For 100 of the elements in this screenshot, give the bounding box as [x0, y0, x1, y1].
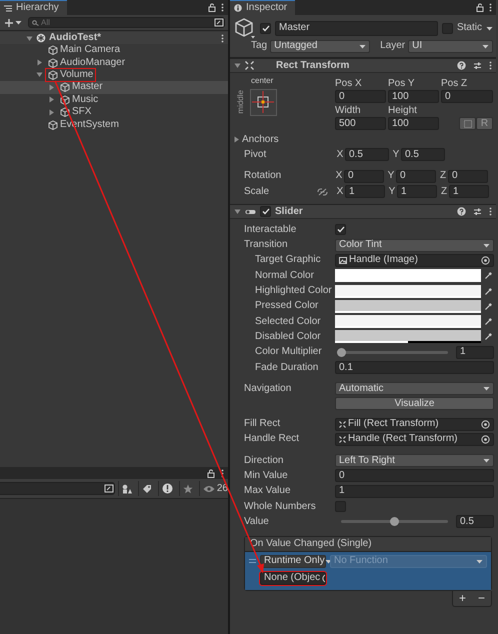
- tag-icon[interactable]: [142, 484, 152, 493]
- expanded-arrow-icon[interactable]: [234, 208, 241, 216]
- scene-view-icon[interactable]: [104, 484, 114, 493]
- checkbox[interactable]: [260, 22, 271, 34]
- object-field[interactable]: Fill (Rect Transform): [335, 418, 494, 431]
- number-field[interactable]: 0: [335, 469, 494, 482]
- help-icon[interactable]: [457, 207, 466, 216]
- object-field[interactable]: Handle (Rect Transform): [335, 432, 494, 446]
- dropdown[interactable]: Color Tint: [335, 238, 494, 252]
- number-field[interactable]: 0.5: [345, 148, 389, 162]
- caret-icon[interactable]: [486, 26, 493, 30]
- tree-row[interactable]: Music: [0, 94, 228, 106]
- add-button[interactable]: +: [453, 590, 472, 606]
- menu-icon[interactable]: [489, 3, 492, 12]
- number-field[interactable]: 1: [397, 185, 437, 198]
- number-field[interactable]: 0: [344, 170, 384, 183]
- menu-icon[interactable]: [221, 34, 224, 42]
- size-field[interactable]: 100: [388, 117, 439, 130]
- color-swatch[interactable]: [335, 315, 481, 328]
- add-dropdown-button[interactable]: [3, 18, 24, 26]
- tree-row[interactable]: Main Camera: [0, 44, 228, 56]
- number-field[interactable]: 1: [335, 484, 494, 498]
- tree-row[interactable]: Master: [0, 81, 228, 94]
- expanded-arrow-icon[interactable]: [26, 34, 33, 42]
- link-icon[interactable]: [317, 188, 328, 196]
- eyedropper-icon[interactable]: [484, 286, 493, 296]
- number-field[interactable]: 1: [449, 185, 489, 198]
- hierarchy-tab[interactable]: Hierarchy: [0, 0, 67, 15]
- foldout-label[interactable]: Anchors: [240, 134, 279, 146]
- expanded-arrow-icon[interactable]: [234, 62, 241, 69]
- search-field[interactable]: [0, 482, 115, 495]
- layer-dropdown[interactable]: UI: [408, 40, 493, 52]
- collapsed-arrow-icon[interactable]: [48, 96, 55, 104]
- number-field[interactable]: 0: [396, 170, 436, 183]
- remove-button[interactable]: −: [472, 590, 491, 606]
- checkbox[interactable]: [335, 224, 346, 236]
- lock-icon[interactable]: [476, 3, 484, 12]
- dropdown[interactable]: Automatic: [335, 382, 494, 396]
- number-field[interactable]: 0.1: [335, 361, 494, 374]
- sliders-icon[interactable]: [473, 207, 482, 216]
- menu-icon[interactable]: [489, 61, 492, 70]
- color-swatch[interactable]: [335, 300, 481, 313]
- scene-view-icon[interactable]: [214, 18, 224, 27]
- caret-icon[interactable]: [15, 20, 22, 25]
- number-field[interactable]: 0.5: [401, 148, 445, 162]
- star-icon[interactable]: [182, 484, 193, 494]
- eyedropper-icon[interactable]: [484, 271, 493, 280]
- lock-icon[interactable]: [207, 468, 215, 478]
- shapes-filter-icon[interactable]: [122, 484, 132, 494]
- warning-icon[interactable]: [162, 483, 173, 494]
- position-field[interactable]: 0: [441, 90, 493, 103]
- number-field[interactable]: 1: [456, 346, 494, 359]
- collapsed-arrow-icon[interactable]: [48, 84, 55, 91]
- drag-handle-icon[interactable]: [249, 559, 256, 564]
- expanded-arrow-icon[interactable]: [36, 71, 43, 78]
- eyedropper-icon[interactable]: [484, 302, 493, 311]
- number-field[interactable]: 0.5: [456, 515, 494, 528]
- caret-icon[interactable]: [482, 44, 489, 48]
- blueprint-mode-button[interactable]: [459, 117, 476, 130]
- menu-icon[interactable]: [221, 3, 224, 12]
- lock-icon[interactable]: [208, 3, 216, 12]
- slider-handle[interactable]: [390, 517, 399, 526]
- gameobject-cube-icon[interactable]: [234, 17, 256, 39]
- color-swatch[interactable]: [335, 269, 481, 282]
- sliders-icon[interactable]: [473, 61, 482, 70]
- tag-dropdown[interactable]: Untagged: [270, 40, 370, 52]
- object-field[interactable]: None (Objec: [260, 572, 326, 585]
- caret-icon[interactable]: [483, 458, 490, 464]
- size-field[interactable]: 500: [335, 117, 386, 130]
- position-field[interactable]: 0: [335, 90, 386, 103]
- target-icon[interactable]: [481, 256, 490, 265]
- tree-row[interactable]: SFX: [0, 106, 228, 118]
- number-field[interactable]: 1: [345, 185, 385, 198]
- caret-icon[interactable]: [483, 386, 490, 392]
- component-header[interactable]: Slider: [230, 204, 496, 220]
- name-field[interactable]: Master: [275, 20, 438, 36]
- checkbox[interactable]: [260, 206, 271, 218]
- help-icon[interactable]: [457, 61, 466, 70]
- collapsed-arrow-icon[interactable]: [48, 108, 55, 116]
- slider-handle[interactable]: [336, 348, 346, 357]
- menu-icon[interactable]: [489, 207, 492, 216]
- tree-row[interactable]: Volume: [0, 68, 228, 82]
- color-swatch[interactable]: [335, 284, 481, 298]
- search-box[interactable]: All: [28, 17, 225, 28]
- eyedropper-icon[interactable]: [484, 332, 493, 342]
- inspector-tab[interactable]: Inspector: [230, 0, 296, 15]
- checkbox[interactable]: [442, 22, 453, 34]
- collapsed-arrow-icon[interactable]: [233, 136, 240, 144]
- tree-row[interactable]: AudioManager: [0, 56, 228, 69]
- position-field[interactable]: 100: [388, 90, 439, 103]
- caret-icon[interactable]: [483, 242, 490, 248]
- eyedropper-icon[interactable]: [484, 317, 493, 326]
- visualize-button[interactable]: Visualize: [335, 396, 494, 410]
- component-header[interactable]: Rect Transform: [230, 58, 496, 73]
- number-field[interactable]: 0: [448, 170, 488, 183]
- color-swatch[interactable]: [335, 330, 481, 344]
- dropdown[interactable]: Left To Right: [335, 454, 494, 468]
- menu-icon[interactable]: [221, 468, 224, 478]
- collapsed-arrow-icon[interactable]: [36, 59, 43, 66]
- caret-icon[interactable]: [359, 44, 366, 48]
